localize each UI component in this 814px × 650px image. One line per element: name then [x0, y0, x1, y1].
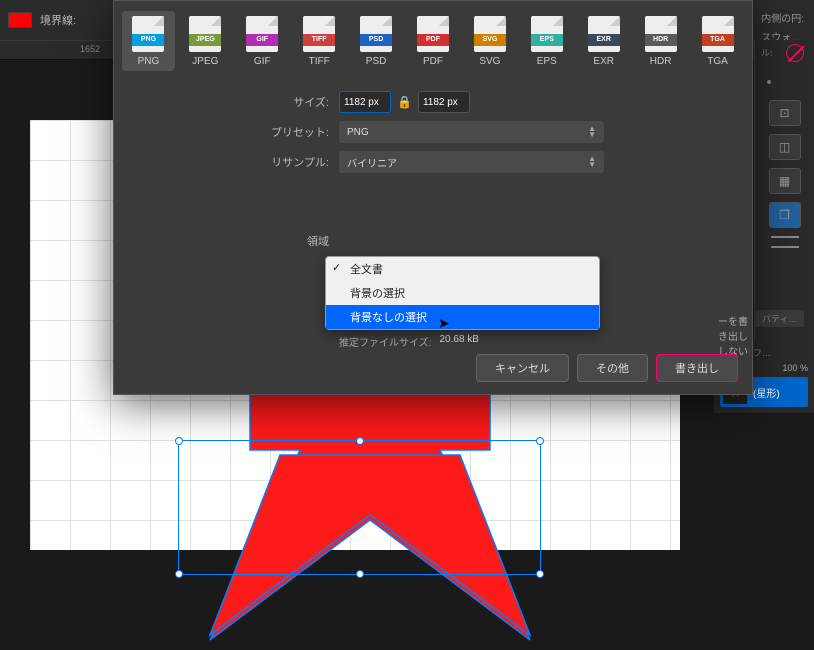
border-label: 境界線: — [40, 12, 76, 28]
format-label: TIFF — [309, 56, 330, 67]
star-shape[interactable] — [180, 390, 560, 650]
export-button[interactable]: 書き出し — [656, 354, 738, 382]
format-svg[interactable]: SVG SVG — [463, 11, 516, 71]
filesize-value: 20.68 kB — [439, 334, 478, 349]
dropdown-item-no-bg-select[interactable]: 背景なしの選択 — [326, 305, 599, 329]
format-tiff[interactable]: TIFF TIFF — [293, 11, 346, 71]
format-label: EXR — [593, 56, 614, 67]
format-gif[interactable]: GIF GIF — [236, 11, 289, 71]
preset-label: プリセット: — [144, 124, 339, 140]
file-icon: TIFF — [303, 16, 335, 52]
format-tga[interactable]: TGA TGA — [691, 11, 744, 71]
cancel-button[interactable]: キャンセル — [476, 354, 569, 382]
file-icon: EXR — [588, 16, 620, 52]
format-label: PDF — [423, 56, 443, 67]
resample-select[interactable]: バイリニア ▲▼ — [339, 151, 604, 173]
inner-circle-label: 内側の円: — [761, 10, 804, 25]
size-label: サイズ: — [144, 94, 339, 110]
opacity-value[interactable]: 100 % — [782, 363, 808, 373]
dropdown-item-all[interactable]: 全文書 — [326, 257, 599, 281]
properties-tab[interactable]: パティ... — [754, 310, 804, 327]
format-selector-row: PNGPNGJPEGJPEGGIFGIFTIFFTIFFPSDPSDPDFPDF… — [114, 1, 752, 81]
no-fill-icon[interactable] — [786, 44, 804, 62]
format-jpeg[interactable]: JPEG JPEG — [179, 11, 232, 71]
panel-button-2[interactable]: ◫ — [769, 134, 801, 160]
fill-color-swatch[interactable] — [8, 12, 32, 28]
format-label: EPS — [537, 56, 557, 67]
filesize-label: 推定ファイルサイズ: — [339, 334, 431, 349]
format-label: PSD — [366, 56, 387, 67]
format-exr[interactable]: EXR EXR — [577, 11, 630, 71]
width-input[interactable] — [339, 91, 391, 113]
matte-text: ーを書き出ししない — [718, 313, 752, 358]
file-icon: TGA — [702, 16, 734, 52]
cursor-icon: ➤ — [438, 315, 450, 332]
file-icon: PNG — [132, 16, 164, 52]
file-icon: JPEG — [189, 16, 221, 52]
format-label: SVG — [479, 56, 500, 67]
panel-button-3[interactable]: ▦ — [769, 168, 801, 194]
layer-name: (星形) — [753, 385, 780, 400]
chevron-updown-icon: ▲▼ — [588, 126, 596, 138]
area-label: 領域 — [144, 233, 339, 249]
format-psd[interactable]: PSD PSD — [350, 11, 403, 71]
stroke-preview[interactable] — [771, 236, 799, 238]
stroke-preview[interactable] — [771, 246, 799, 248]
format-hdr[interactable]: HDR HDR — [634, 11, 687, 71]
format-pdf[interactable]: PDF PDF — [407, 11, 460, 71]
preset-select[interactable]: PNG ▲▼ — [339, 121, 604, 143]
export-dialog: PNGPNGJPEGJPEGGIFGIFTIFFTIFFPSDPSDPDFPDF… — [113, 0, 753, 395]
height-input[interactable] — [418, 91, 470, 113]
panel-button-4[interactable]: ❐ — [769, 202, 801, 228]
format-label: TGA — [707, 56, 728, 67]
chevron-updown-icon: ▲▼ — [588, 156, 596, 168]
file-icon: EPS — [531, 16, 563, 52]
dot-icon — [767, 80, 771, 84]
format-png[interactable]: PNG PNG — [122, 11, 175, 71]
format-label: JPEG — [192, 56, 218, 67]
area-dropdown: 全文書 背景の選択 背景なしの選択 — [325, 256, 600, 330]
format-label: HDR — [650, 56, 672, 67]
format-label: PNG — [138, 56, 160, 67]
ruler-label: ル: — [761, 46, 773, 59]
file-icon: PDF — [417, 16, 449, 52]
file-icon: SVG — [474, 16, 506, 52]
file-icon: HDR — [645, 16, 677, 52]
file-icon: PSD — [360, 16, 392, 52]
resample-label: リサンプル: — [144, 154, 339, 170]
format-label: GIF — [254, 56, 271, 67]
format-eps[interactable]: EPS EPS — [520, 11, 573, 71]
ruler-value: 1652 — [80, 44, 100, 54]
file-icon: GIF — [246, 16, 278, 52]
lock-icon[interactable]: 🔒 — [397, 95, 412, 109]
panel-button-1[interactable]: ⊡ — [769, 100, 801, 126]
other-button[interactable]: その他 — [577, 354, 648, 382]
dropdown-item-bg-select[interactable]: 背景の選択 — [326, 281, 599, 305]
